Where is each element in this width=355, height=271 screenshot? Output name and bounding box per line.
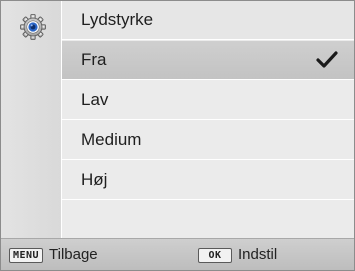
back-label: Tilbage [49,246,98,263]
menu-key-icon[interactable]: MENU [9,248,43,263]
option-label: Medium [81,130,142,149]
option-medium[interactable]: Medium [62,121,354,160]
checkmark-icon [316,50,338,70]
empty-row [62,201,354,238]
option-fra[interactable]: Fra [62,41,354,80]
menu-title-label: Lydstyrke [81,10,154,29]
option-lav[interactable]: Lav [62,81,354,120]
ok-key-icon[interactable]: OK [198,248,232,263]
gear-icon [20,14,46,40]
set-label: Indstil [238,246,278,263]
category-sidebar [1,1,61,238]
camera-menu-screen: Lydstyrke Fra Lav Medium Høj MENU Tilbag… [0,0,355,271]
option-label: Fra [81,50,107,69]
option-label: Høj [81,170,108,189]
menu-list: Lydstyrke Fra Lav Medium Høj [62,1,354,238]
option-hoj[interactable]: Høj [62,161,354,200]
menu-title: Lydstyrke [62,1,354,40]
button-guide-bar: MENU Tilbage OK Indstil [1,238,354,270]
option-label: Lav [81,90,109,109]
